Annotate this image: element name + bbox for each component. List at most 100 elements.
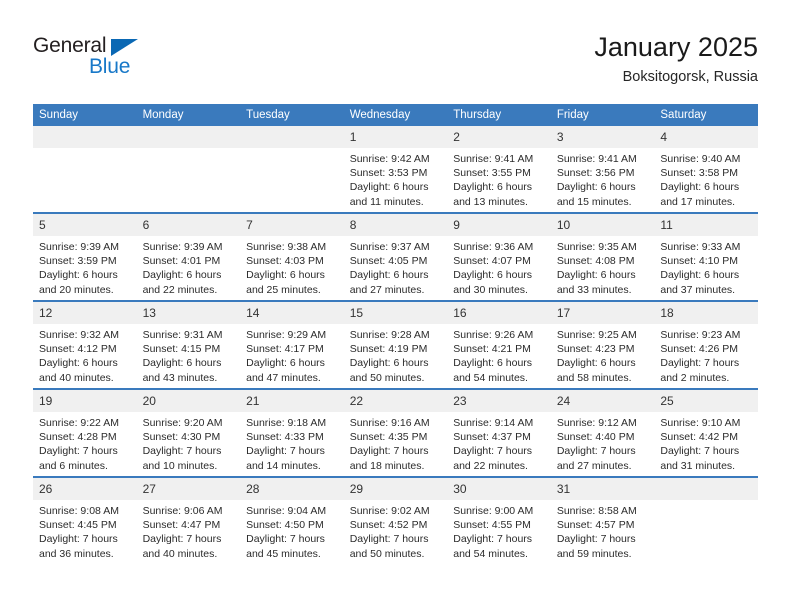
sunrise-time: Sunrise: 9:36 AM [453,241,534,253]
sunrise-time: Sunrise: 9:38 AM [246,241,327,253]
sunset-time: Sunset: 4:26 PM [660,343,739,356]
day-cell[interactable]: 20 Sunrise: 9:20 AM Sunset: 4:30 PM Dayligh… [136,388,241,477]
daylight-duration-line2: and 47 minutes. [246,371,321,384]
sunrise-time: Sunrise: 9:20 AM [142,417,223,429]
day-number: 9 [447,214,551,236]
day-cell[interactable]: 8 Sunrise: 9:37 AM Sunset: 4:05 PM Daylight… [343,212,448,301]
day-details: Sunrise: 9:10 AM Sunset: 4:42 PM Daylight:… [654,412,758,473]
daylight-duration-line1: Daylight: 6 hours [39,357,118,370]
day-cell[interactable]: 26 Sunrise: 9:08 AM Sunset: 4:45 PM Dayligh… [33,476,137,564]
day-cell[interactable]: 31 Sunrise: 8:58 AM Sunset: 4:57 PM Dayligh… [550,476,655,564]
sunrise-time: Sunrise: 9:14 AM [453,417,534,429]
day-details: Sunrise: 9:12 AM Sunset: 4:40 PM Daylight:… [551,412,655,473]
day-cell[interactable]: 12 Sunrise: 9:32 AM Sunset: 4:12 PM Dayligh… [33,300,137,389]
day-details: Sunrise: 9:28 AM Sunset: 4:19 PM Daylight:… [344,324,448,385]
day-cell[interactable]: 9 Sunrise: 9:36 AM Sunset: 4:07 PM Daylight… [447,212,551,301]
calendar-page: General Blue January 2025 Boksitogorsk, … [0,0,792,612]
title-block: January 2025 Boksitogorsk, Russia [594,30,758,87]
day-cell[interactable]: 13 Sunrise: 9:31 AM Sunset: 4:15 PM Dayligh… [136,300,241,389]
daylight-duration-line2: and 10 minutes. [142,459,218,472]
sunset-time: Sunset: 4:23 PM [556,343,635,356]
sunrise-time: Sunrise: 9:35 AM [556,241,637,253]
day-cell[interactable]: 5 Sunrise: 9:39 AM Sunset: 3:59 PM Daylight… [33,212,137,301]
daylight-duration-line2: and 58 minutes. [556,371,632,384]
day-cell[interactable]: 10 Sunrise: 9:35 AM Sunset: 4:08 PM Dayligh… [550,212,655,301]
daylight-duration-line1: Daylight: 7 hours [556,445,636,458]
page-subtitle-location: Boksitogorsk, Russia [622,69,758,85]
daylight-duration-line2: and 40 minutes. [39,371,114,384]
day-number: 11 [654,214,758,236]
logo-triangle-icon [111,39,138,56]
day-cell[interactable]: 1 Sunrise: 9:42 AM Sunset: 3:53 PM Daylight… [343,126,448,213]
day-number: 19 [33,390,137,412]
sunset-time: Sunset: 4:45 PM [39,519,117,532]
day-cell[interactable]: 17 Sunrise: 9:25 AM Sunset: 4:23 PM Dayligh… [550,300,655,389]
day-cell[interactable]: 11 Sunrise: 9:33 AM Sunset: 4:10 PM Dayligh… [654,212,758,301]
sunrise-time: Sunrise: 9:42 AM [349,153,430,165]
day-cell[interactable]: 15 Sunrise: 9:28 AM Sunset: 4:19 PM Dayligh… [343,300,448,389]
daylight-duration-line1: Daylight: 6 hours [39,269,118,282]
sunset-time: Sunset: 4:08 PM [556,255,635,268]
day-number: 1 [343,126,448,148]
sunrise-time: Sunrise: 9:39 AM [39,241,119,253]
day-cell[interactable]: 25 Sunrise: 9:10 AM Sunset: 4:42 PM Dayligh… [654,388,758,477]
sunset-time: Sunset: 4:52 PM [349,519,428,532]
daylight-duration-line2: and 43 minutes. [142,371,218,384]
daylight-duration-line2: and 33 minutes. [556,283,632,296]
sunrise-time: Sunrise: 9:39 AM [142,241,223,253]
sunrise-time: Sunrise: 9:28 AM [349,329,430,341]
day-cell[interactable]: 3 Sunrise: 9:41 AM Sunset: 3:56 PM Daylight… [550,126,655,213]
sunset-time: Sunset: 3:53 PM [349,167,428,180]
day-cell[interactable]: 14 Sunrise: 9:29 AM Sunset: 4:17 PM Dayligh… [240,300,344,389]
daylight-duration-line1: Daylight: 6 hours [556,269,636,282]
day-cell[interactable]: 18 Sunrise: 9:23 AM Sunset: 4:26 PM Dayligh… [654,300,758,389]
day-cell[interactable]: 19 Sunrise: 9:22 AM Sunset: 4:28 PM Dayligh… [33,388,137,477]
day-details: Sunrise: 9:31 AM Sunset: 4:15 PM Daylight:… [137,324,241,385]
day-cell[interactable]: 22 Sunrise: 9:16 AM Sunset: 4:35 PM Dayligh… [343,388,448,477]
week-row: 19 Sunrise: 9:22 AM Sunset: 4:28 PM Dayligh… [33,388,758,477]
day-details: Sunrise: 9:14 AM Sunset: 4:37 PM Daylight:… [447,412,551,473]
day-number: 2 [447,126,551,148]
daylight-duration-line1: Daylight: 6 hours [660,269,740,282]
day-cell[interactable]: 24 Sunrise: 9:12 AM Sunset: 4:40 PM Dayligh… [550,388,655,477]
day-cell[interactable]: 4 Sunrise: 9:40 AM Sunset: 3:58 PM Daylight… [654,126,758,213]
daylight-duration-line2: and 20 minutes. [39,283,114,296]
sunrise-time: Sunrise: 9:02 AM [349,505,430,517]
day-cell[interactable]: 2 Sunrise: 9:41 AM Sunset: 3:55 PM Daylight… [447,126,551,213]
day-number: 21 [240,390,344,412]
day-cell[interactable]: 6 Sunrise: 9:39 AM Sunset: 4:01 PM Daylight… [136,212,241,301]
day-cell[interactable]: 16 Sunrise: 9:26 AM Sunset: 4:21 PM Dayligh… [447,300,551,389]
day-details: Sunrise: 8:58 AM Sunset: 4:57 PM Daylight:… [551,500,655,561]
day-details: Sunrise: 9:39 AM Sunset: 4:01 PM Daylight:… [137,236,241,297]
weekday-header-monday: Monday [136,104,241,126]
sunrise-time: Sunrise: 9:10 AM [660,417,741,429]
day-cell[interactable]: 28 Sunrise: 9:04 AM Sunset: 4:50 PM Dayligh… [240,476,344,564]
sunrise-time: Sunrise: 9:37 AM [349,241,430,253]
sunset-time: Sunset: 4:42 PM [660,431,739,444]
day-cell[interactable]: 7 Sunrise: 9:38 AM Sunset: 4:03 PM Daylight… [240,212,344,301]
sunset-time: Sunset: 4:57 PM [556,519,635,532]
day-cell[interactable]: 30 Sunrise: 9:00 AM Sunset: 4:55 PM Dayligh… [447,476,551,564]
daylight-duration-line2: and 36 minutes. [39,547,114,560]
daylight-duration-line1: Daylight: 6 hours [349,269,429,282]
day-number [136,126,241,148]
daylight-duration-line1: Daylight: 6 hours [349,357,429,370]
day-cell[interactable]: 29 Sunrise: 9:02 AM Sunset: 4:52 PM Dayligh… [343,476,448,564]
day-details: Sunrise: 9:37 AM Sunset: 4:05 PM Daylight:… [344,236,448,297]
weekday-header-wednesday: Wednesday [343,104,448,126]
sunrise-time: Sunrise: 9:23 AM [660,329,741,341]
day-details: Sunrise: 9:02 AM Sunset: 4:52 PM Daylight:… [344,500,448,561]
day-details: Sunrise: 9:42 AM Sunset: 3:53 PM Daylight:… [344,148,448,209]
day-cell[interactable]: 23 Sunrise: 9:14 AM Sunset: 4:37 PM Dayligh… [447,388,551,477]
day-number: 14 [240,302,344,324]
sunrise-time: Sunrise: 9:33 AM [660,241,741,253]
day-cell[interactable]: 27 Sunrise: 9:06 AM Sunset: 4:47 PM Dayligh… [136,476,241,564]
day-details: Sunrise: 9:23 AM Sunset: 4:26 PM Daylight:… [654,324,758,385]
sunrise-time: Sunrise: 9:04 AM [246,505,327,517]
weekday-header-row: Sunday Monday Tuesday Wednesday Thursday Frid… [33,104,758,126]
day-number: 5 [33,214,137,236]
day-cell[interactable]: 21 Sunrise: 9:18 AM Sunset: 4:33 PM Dayligh… [240,388,344,477]
day-details: Sunrise: 9:22 AM Sunset: 4:28 PM Daylight:… [33,412,137,473]
sunset-time: Sunset: 4:10 PM [660,255,739,268]
day-details: Sunrise: 9:40 AM Sunset: 3:58 PM Daylight:… [654,148,758,209]
